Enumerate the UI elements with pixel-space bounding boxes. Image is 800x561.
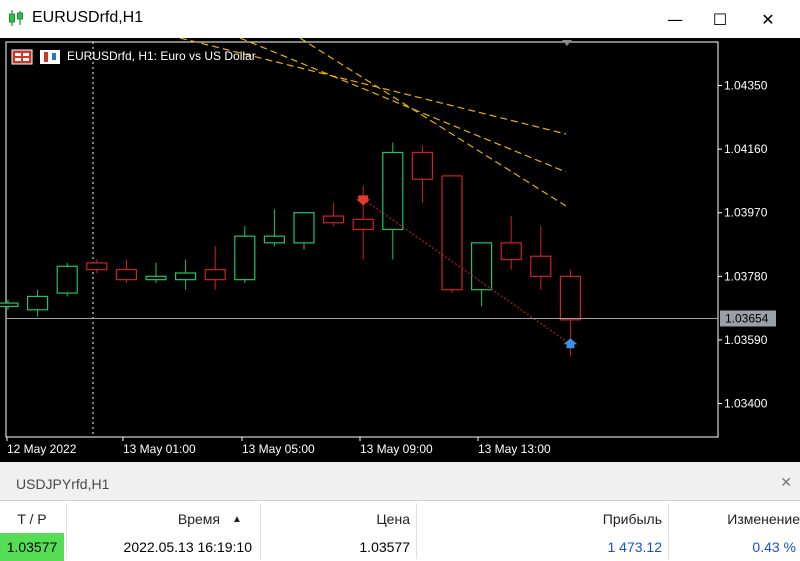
candle: [56, 262, 78, 297]
price-axis-label: 1.04350: [724, 79, 768, 93]
candle: [441, 175, 463, 294]
candle: [263, 209, 285, 247]
time-axis-label: 12 May 2022: [7, 442, 77, 456]
candle-body: [352, 218, 374, 231]
chart-shift-marker[interactable]: [562, 40, 572, 46]
change-value[interactable]: 0.43 %: [668, 533, 796, 561]
candle: [0, 299, 19, 310]
one-click-trading-icon[interactable]: [11, 49, 33, 65]
close-icon[interactable]: ✕: [780, 474, 792, 491]
candle: [382, 142, 404, 260]
column-header-price[interactable]: Цена: [260, 505, 410, 533]
candlestick-app-icon: [9, 10, 23, 26]
price-axis-label: 1.04160: [724, 142, 768, 156]
chart-canvas[interactable]: 1.04350 1.04160 1.03970 1.03780 1.03590 1.034…: [0, 37, 800, 462]
candle: [323, 202, 345, 227]
buy-arrow-icon: [563, 338, 578, 349]
channel-line: [299, 37, 567, 207]
price-axis-label: 1.03970: [724, 206, 768, 220]
window-title-bar: EURUSDrfd,H1 — ☐ ✕: [0, 0, 800, 38]
candle: [530, 226, 552, 290]
candle-body: [382, 151, 404, 231]
column-header-time[interactable]: Время: [66, 505, 220, 533]
sell-arrow-icon: [356, 195, 371, 206]
candle: [86, 259, 108, 273]
chart-tab-usdjpy[interactable]: USDJPYrfd,H1 ✕: [0, 468, 800, 501]
price-axis-label: 1.03780: [724, 269, 768, 283]
candle-body: [263, 235, 285, 244]
trade-table: T / P Время ▲ Цена Прибыль Изменение 1.0…: [0, 501, 800, 561]
maximize-icon: ☐: [712, 9, 728, 29]
price-value[interactable]: 1.03577: [260, 533, 410, 561]
candle: [204, 246, 226, 290]
window-title: EURUSDrfd,H1: [32, 9, 144, 26]
candle: [234, 226, 256, 284]
column-header-profit[interactable]: Прибыль: [416, 505, 662, 533]
close-icon: ✕: [761, 9, 775, 29]
minimize-icon: —: [667, 9, 683, 29]
candle-body: [411, 151, 433, 180]
price-chart[interactable]: 1.04350 1.04160 1.03970 1.03780 1.03590 1.034…: [0, 37, 800, 462]
sort-ascending-icon[interactable]: ▲: [232, 505, 252, 533]
time-axis-label: 13 May 01:00: [123, 442, 196, 456]
candle-body: [500, 242, 522, 261]
candle-body: [559, 275, 582, 321]
candle: [145, 262, 167, 284]
chart-header-label: EURUSDrfd, H1: Euro vs US Dollar: [67, 49, 256, 63]
candle: [175, 259, 197, 290]
candle: [411, 145, 433, 203]
plot-frame: [5, 41, 719, 438]
time-value[interactable]: 2022.05.13 16:19:10: [66, 533, 252, 561]
close-window-button[interactable]: ✕: [748, 4, 788, 34]
candle-body: [234, 235, 256, 281]
candle: [115, 259, 138, 284]
profit-value[interactable]: 1 473.12: [416, 533, 663, 561]
candle-body: [56, 265, 78, 294]
candle-body: [175, 272, 197, 281]
candle-body: [0, 302, 19, 308]
candle-body: [530, 255, 552, 277]
column-header-tp[interactable]: T / P: [0, 505, 64, 533]
candle-body: [293, 212, 315, 244]
candle-body: [323, 215, 345, 224]
price-axis-label: 1.03590: [724, 333, 768, 347]
time-axis-label: 13 May 05:00: [242, 442, 315, 456]
candle-body: [204, 269, 226, 281]
tp-value[interactable]: 1.03577: [0, 533, 64, 561]
candle: [500, 216, 522, 270]
candle-body: [86, 262, 108, 271]
chart-symbol-icon: [40, 50, 60, 64]
current-price-label: 1.03654: [725, 312, 769, 326]
candle-body: [145, 275, 167, 281]
candle: [471, 242, 493, 307]
candle: [293, 212, 315, 250]
time-axis-label: 13 May 13:00: [478, 442, 551, 456]
candle-body: [27, 295, 49, 311]
column-header-change[interactable]: Изменение: [668, 505, 800, 533]
price-axis-label: 1.03400: [724, 397, 768, 411]
candle-body: [115, 269, 138, 281]
time-axis-label: 13 May 09:00: [360, 442, 433, 456]
minimize-button[interactable]: —: [655, 4, 695, 34]
candle: [27, 289, 49, 317]
chart-tab-label: USDJPYrfd,H1: [16, 476, 110, 492]
maximize-button[interactable]: ☐: [700, 4, 740, 34]
candle-body: [441, 175, 463, 291]
